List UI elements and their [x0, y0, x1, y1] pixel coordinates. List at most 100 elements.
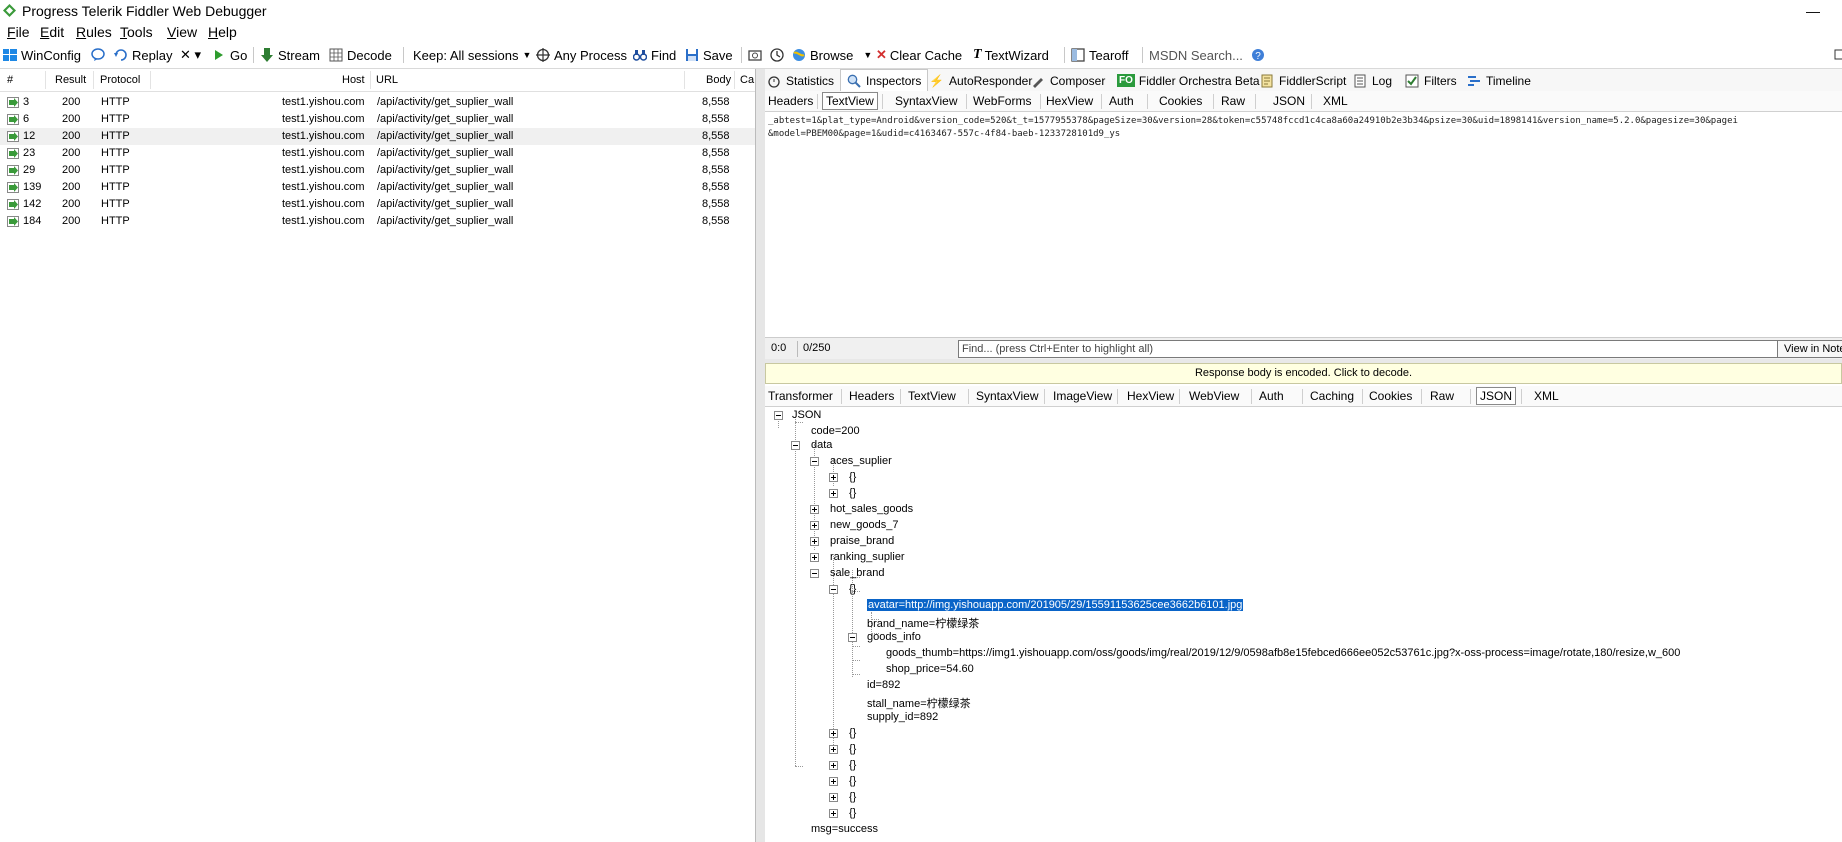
expand-toggle[interactable]: [810, 505, 819, 514]
msdn-search-input[interactable]: MSDN Search...: [1149, 46, 1243, 64]
tree-node-object[interactable]: {}: [849, 487, 856, 499]
column-divider[interactable]: [93, 71, 94, 89]
col-header-url[interactable]: URL: [376, 74, 398, 86]
tab-log[interactable]: Log: [1353, 71, 1392, 90]
view-in-notepad-button[interactable]: View in Notepad: [1777, 340, 1842, 358]
timer-button[interactable]: [770, 46, 788, 64]
session-row[interactable]: 6 200 HTTP test1.yishou.com /api/activit…: [0, 111, 755, 128]
find-input[interactable]: Find... (press Ctrl+Enter to highlight a…: [958, 340, 1797, 358]
response-tab-xml[interactable]: XML: [1534, 389, 1559, 403]
tree-node-json[interactable]: JSON: [792, 409, 821, 421]
collapse-toggle[interactable]: [829, 585, 838, 594]
response-tab-hexview[interactable]: HexView: [1127, 389, 1174, 403]
help-button[interactable]: ?: [1251, 46, 1269, 64]
request-tab-xml[interactable]: XML: [1323, 94, 1348, 108]
response-tab-raw[interactable]: Raw: [1430, 389, 1454, 403]
tree-node-data[interactable]: data: [811, 439, 832, 451]
decode-button[interactable]: Decode: [329, 46, 392, 64]
column-divider[interactable]: [45, 71, 46, 89]
find-button[interactable]: Find: [633, 46, 676, 64]
tab-fiddlerscript[interactable]: FiddlerScript: [1260, 71, 1346, 90]
session-row[interactable]: 23 200 HTTP test1.yishou.com /api/activi…: [0, 145, 755, 162]
tree-node-code[interactable]: code=200: [811, 425, 860, 437]
tree-node-object[interactable]: {}: [849, 583, 856, 595]
menu-tools[interactable]: Tools: [120, 24, 153, 40]
tree-node-praise-brand[interactable]: praise_brand: [830, 535, 894, 547]
replay-button[interactable]: Replay: [114, 46, 172, 64]
save-button[interactable]: Save: [685, 46, 733, 64]
tab-fiddler-orchestra[interactable]: FO Fiddler Orchestra Beta: [1117, 71, 1260, 90]
request-tab-hexview[interactable]: HexView: [1046, 94, 1093, 108]
tree-node-hot-sales-goods[interactable]: hot_sales_goods: [830, 503, 913, 515]
tree-node-aces-suplier[interactable]: aces_suplier: [830, 455, 892, 467]
browse-button[interactable]: Browse ▼: [792, 46, 872, 64]
tree-node-shop-price[interactable]: shop_price=54.60: [886, 663, 974, 675]
menu-edit[interactable]: Edit: [40, 24, 64, 40]
any-process-button[interactable]: Any Process: [536, 46, 627, 64]
session-row[interactable]: 139 200 HTTP test1.yishou.com /api/activ…: [0, 179, 755, 196]
expand-toggle[interactable]: [829, 745, 838, 754]
tree-node-object[interactable]: {}: [849, 471, 856, 483]
remove-button[interactable]: ✕ ▾: [180, 46, 201, 64]
expand-toggle[interactable]: [829, 809, 838, 818]
keep-sessions-dropdown[interactable]: Keep: All sessions ▼: [413, 46, 531, 64]
expand-toggle[interactable]: [829, 777, 838, 786]
tree-node-object[interactable]: {}: [849, 807, 856, 819]
expand-toggle[interactable]: [829, 761, 838, 770]
response-tab-transformer[interactable]: Transformer: [768, 389, 833, 403]
session-row[interactable]: 3 200 HTTP test1.yishou.com /api/activit…: [0, 94, 755, 111]
expand-toggle[interactable]: [810, 521, 819, 530]
session-row[interactable]: 184 200 HTTP test1.yishou.com /api/activ…: [0, 213, 755, 230]
session-row[interactable]: 12 200 HTTP test1.yishou.com /api/activi…: [0, 128, 755, 145]
tab-filters[interactable]: Filters: [1405, 71, 1457, 90]
col-header-host[interactable]: Host: [342, 74, 365, 86]
response-tab-auth[interactable]: Auth: [1259, 389, 1284, 403]
clear-cache-button[interactable]: ✕ Clear Cache: [876, 46, 962, 64]
tree-node-stall-name[interactable]: stall_name=柠檬绿茶: [867, 695, 971, 711]
request-tab-auth[interactable]: Auth: [1109, 94, 1134, 108]
stream-button[interactable]: Stream: [260, 46, 320, 64]
menu-help[interactable]: Help: [208, 24, 237, 40]
tree-node-supply-id[interactable]: supply_id=892: [867, 711, 938, 723]
comment-button[interactable]: [91, 46, 109, 64]
request-tab-headers[interactable]: Headers: [768, 94, 813, 108]
tree-node-object[interactable]: {}: [849, 727, 856, 739]
request-textview[interactable]: _abtest=1&plat_type=Android&version_code…: [765, 112, 1842, 337]
collapse-toggle[interactable]: [848, 633, 857, 642]
tree-node-sale-brand[interactable]: sale_brand: [830, 567, 884, 579]
col-header-result[interactable]: Result: [55, 74, 86, 86]
col-header-protocol[interactable]: Protocol: [100, 74, 140, 86]
expand-toggle[interactable]: [810, 553, 819, 562]
request-tab-cookies[interactable]: Cookies: [1159, 94, 1202, 108]
col-header-id[interactable]: #: [7, 74, 13, 86]
screenshot-button[interactable]: [748, 46, 766, 64]
session-row[interactable]: 29 200 HTTP test1.yishou.com /api/activi…: [0, 162, 755, 179]
response-tab-cookies[interactable]: Cookies: [1369, 389, 1412, 403]
tab-timeline[interactable]: Timeline: [1467, 71, 1531, 90]
expand-toggle[interactable]: [829, 473, 838, 482]
request-tab-json[interactable]: JSON: [1273, 94, 1305, 108]
tree-node-msg[interactable]: msg=success: [811, 823, 878, 835]
response-tab-imageview[interactable]: ImageView: [1053, 389, 1112, 403]
column-divider[interactable]: [684, 71, 685, 89]
request-tab-raw[interactable]: Raw: [1221, 94, 1245, 108]
response-tab-textview[interactable]: TextView: [908, 389, 956, 403]
tab-composer[interactable]: Composer: [1031, 71, 1105, 90]
expand-toggle[interactable]: [829, 729, 838, 738]
request-tab-syntaxview[interactable]: SyntaxView: [895, 94, 957, 108]
tree-node-avatar[interactable]: avatar=http://img.yishouapp.com/201905/2…: [865, 598, 1245, 612]
menu-rules[interactable]: Rules: [76, 24, 112, 40]
go-button[interactable]: Go: [212, 46, 247, 64]
tree-node-object[interactable]: {}: [849, 791, 856, 803]
tree-node-goods-thumb[interactable]: goods_thumb=https://img1.yishouapp.com/o…: [886, 647, 1680, 659]
minimize-button[interactable]: —: [1806, 3, 1820, 19]
collapse-toggle[interactable]: [774, 411, 783, 420]
column-divider[interactable]: [370, 71, 371, 89]
tree-node-new-goods-7[interactable]: new_goods_7: [830, 519, 899, 531]
col-header-caching[interactable]: Ca: [740, 74, 754, 86]
winconfig-button[interactable]: WinConfig: [3, 46, 81, 64]
tree-node-object[interactable]: {}: [849, 775, 856, 787]
response-tab-headers[interactable]: Headers: [849, 389, 894, 403]
column-divider[interactable]: [150, 71, 151, 89]
col-header-body[interactable]: Body: [706, 74, 731, 86]
